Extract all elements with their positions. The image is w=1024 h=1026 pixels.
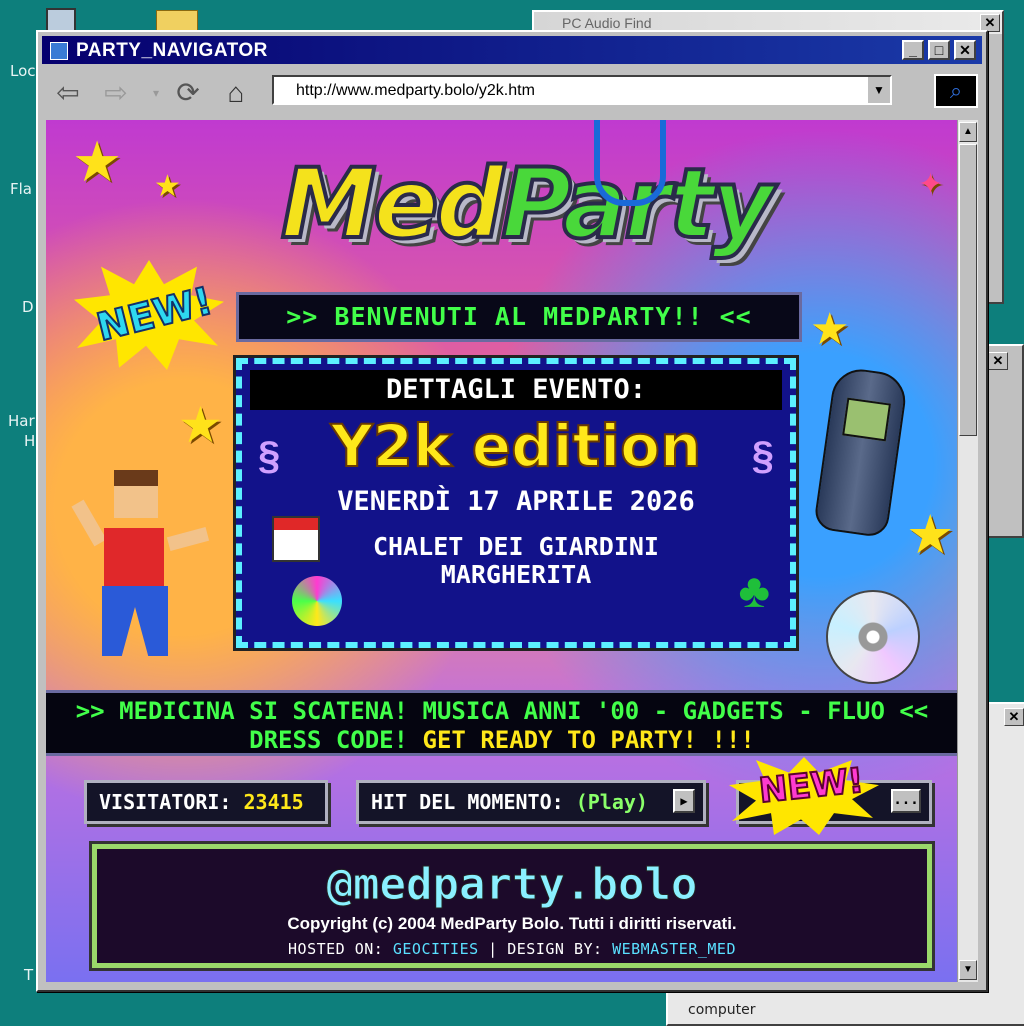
now-playing-value: (Play)	[575, 790, 648, 814]
sparkle-icon: ✦	[918, 168, 944, 201]
design-label: DESIGN BY:	[507, 940, 603, 958]
desktop-label: T	[24, 966, 34, 984]
app-icon	[50, 42, 68, 60]
mobile-phone-icon	[812, 365, 910, 539]
go-button[interactable]: ⌕	[934, 74, 978, 108]
phone-screen	[842, 397, 892, 442]
hosted-label: HOSTED ON:	[288, 940, 384, 958]
minimize-button[interactable]: _	[902, 40, 924, 60]
back-button[interactable]: ⇦	[50, 76, 86, 110]
palm-tree-icon: ♣	[738, 565, 771, 618]
web-page: ★ ★ ★ ★ ★ ✦ MedParty NEW! >> BENVENUTI A…	[46, 120, 958, 982]
star-icon: ★	[906, 505, 955, 565]
address-input[interactable]	[294, 78, 878, 104]
pixel-dancer-image	[71, 470, 210, 680]
event-date: VENERDÌ 17 APRILE 2026	[337, 486, 695, 517]
visitor-counter-value: 23415	[243, 790, 304, 814]
address-bar[interactable]: ▼	[272, 75, 892, 105]
streamer-icon: §	[258, 434, 281, 478]
welcome-banner: >> BENVENUTI AL MEDPARTY!! <<	[236, 292, 802, 342]
visitor-counter: VISITATORI: 23415	[84, 780, 328, 824]
footer: @medparty.bolo Copyright (c) 2004 MedPar…	[92, 844, 932, 968]
play-button[interactable]: ▶	[673, 789, 695, 813]
ticker-dress-code: DRESS CODE!	[249, 726, 409, 754]
desktop-label: Fla	[10, 180, 32, 198]
star-icon: ★	[154, 170, 181, 203]
dancer-arm	[166, 527, 210, 551]
maximize-button[interactable]: □	[928, 40, 950, 60]
scroll-down-icon[interactable]: ▼	[959, 960, 977, 980]
vertical-scrollbar[interactable]: ▲ ▼	[957, 120, 978, 982]
calendar-icon	[272, 516, 320, 562]
stethoscope-icon	[594, 120, 666, 206]
dancer-legs	[102, 586, 168, 656]
scroll-up-icon[interactable]: ▲	[959, 122, 977, 142]
more-button[interactable]: ...	[891, 789, 921, 813]
event-details-box: DETTAGLI EVENTO: Y2k edition § § VENERDÌ…	[236, 358, 796, 648]
chevron-down-icon[interactable]: ▾	[138, 76, 174, 110]
desktop-label: H	[24, 432, 36, 450]
navigation-toolbar: ⇦ ⇨ ▾ ⟳ ⌂ ▼ ⌕	[42, 70, 982, 116]
new-badge: NEW!	[74, 260, 224, 370]
marquee-ticker: >> MEDICINA SI SCATENA! MUSICA ANNI '00 …	[46, 690, 958, 756]
star-icon: ★	[178, 397, 223, 453]
title-bar[interactable]: PARTY_NAVIGATOR _ □ ✕	[42, 36, 982, 64]
desktop-label: Loc	[10, 62, 36, 80]
disco-ball-icon	[292, 576, 342, 626]
desktop-icon-folder[interactable]	[156, 10, 198, 32]
computer-label: computer	[688, 1002, 756, 1018]
window-title: PARTY_NAVIGATOR	[76, 40, 268, 61]
social-handle[interactable]: @medparty.bolo	[97, 859, 927, 911]
refresh-button[interactable]: ⟳	[170, 76, 206, 110]
scroll-thumb[interactable]	[959, 144, 977, 436]
forward-button[interactable]: ⇨	[98, 76, 134, 110]
venue-line-1: CHALET DEI GIARDINI	[373, 532, 659, 561]
site-logo: MedParty	[246, 146, 806, 262]
desktop-label: D	[22, 298, 34, 316]
separator: |	[488, 940, 498, 958]
close-button[interactable]: ✕	[954, 40, 976, 60]
design-value[interactable]: WEBMASTER_MED	[612, 940, 736, 958]
event-edition: Y2k edition	[330, 411, 703, 481]
chevron-down-icon[interactable]: ▼	[866, 77, 890, 103]
ticker-get-ready: GET READY TO PARTY! !!!	[422, 726, 755, 754]
star-icon: ★	[810, 305, 850, 354]
dancer-arm	[71, 499, 107, 547]
home-button[interactable]: ⌂	[218, 76, 254, 110]
ticker-line-2: DRESS CODE! GET READY TO PARTY! !!!	[46, 726, 958, 755]
now-playing-panel: HIT DEL MOMENTO: (Play) ▶	[356, 780, 706, 824]
visitor-counter-label: VISITATORI:	[99, 790, 232, 814]
copyright-text: Copyright (c) 2004 MedParty Bolo. Tutti …	[287, 914, 737, 933]
desktop-label: Har	[8, 412, 35, 430]
logo-text-med: Med	[279, 146, 506, 262]
close-icon[interactable]: ✕	[1004, 708, 1024, 726]
now-playing-label: HIT DEL MOMENTO:	[371, 790, 564, 814]
hosted-value[interactable]: GEOCITIES	[393, 940, 479, 958]
star-icon: ★	[72, 130, 123, 193]
close-icon[interactable]: ✕	[988, 352, 1008, 370]
ticker-line-1: >> MEDICINA SI SCATENA! MUSICA ANNI '00 …	[75, 697, 929, 725]
dancer-head	[114, 470, 158, 518]
new-panel: NEW! ...	[729, 757, 932, 835]
streamer-icon: §	[751, 434, 774, 478]
browser-window[interactable]: PARTY_NAVIGATOR _ □ ✕ ⇦ ⇨ ▾ ⟳ ⌂ ▼ ⌕ ★ ★ …	[36, 30, 988, 992]
event-heading: DETTAGLI EVENTO:	[250, 370, 782, 410]
hosting-credits: HOSTED ON: GEOCITIES | DESIGN BY: WEBMAS…	[97, 940, 927, 958]
cd-icon	[826, 590, 920, 684]
dancer-shirt	[104, 528, 164, 586]
